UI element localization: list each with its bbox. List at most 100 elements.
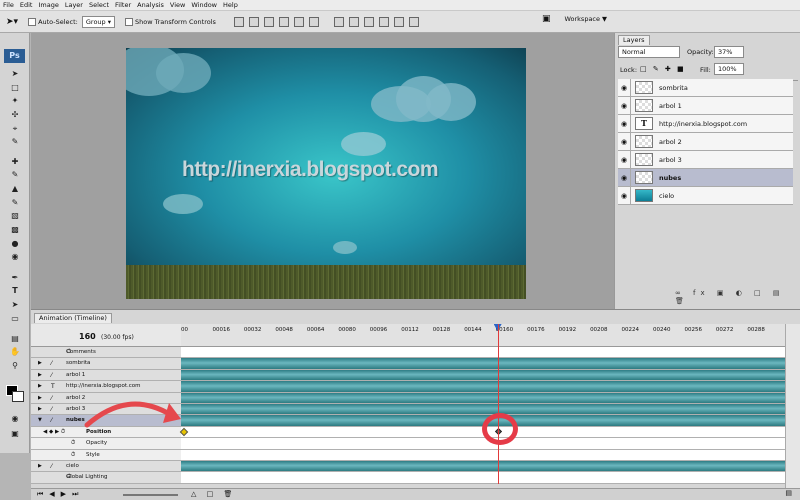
distribute-vcenter-icon[interactable] bbox=[348, 16, 359, 27]
track-label[interactable]: ⏱ Style bbox=[31, 449, 181, 461]
stopwatch-icon[interactable]: ⏱ bbox=[71, 438, 75, 449]
zoom-tool-icon[interactable]: ⚲ bbox=[9, 361, 21, 371]
animation-tab[interactable]: Animation (Timeline) bbox=[34, 313, 112, 323]
distribute-hcenter-icon[interactable] bbox=[393, 16, 404, 27]
bridge-icon[interactable]: ▣ bbox=[542, 14, 551, 24]
track-area[interactable] bbox=[179, 347, 785, 484]
visibility-eye-icon[interactable]: ◉ bbox=[618, 187, 631, 204]
timeline-ruler[interactable]: 00 00016 00032 00048 00064 00080 00096 00112 001… bbox=[181, 324, 785, 347]
menu-file[interactable]: File bbox=[3, 1, 14, 9]
menu-edit[interactable]: Edit bbox=[20, 1, 33, 9]
timeline-scrollbar[interactable] bbox=[785, 324, 800, 489]
track-duration-bar[interactable] bbox=[181, 358, 785, 370]
eraser-icon[interactable]: ▧ bbox=[9, 211, 21, 221]
lasso-tool-icon[interactable]: ✦ bbox=[9, 96, 21, 106]
eyedropper-icon[interactable]: ✎ bbox=[9, 137, 21, 147]
layer-row[interactable]: ◉ arbol 2 bbox=[618, 133, 793, 151]
layer-row[interactable]: ◉ sombrita bbox=[618, 79, 793, 97]
background-color-swatch[interactable] bbox=[12, 391, 24, 402]
clone-stamp-icon[interactable]: ▲ bbox=[9, 184, 21, 194]
menu-layer[interactable]: Layer bbox=[65, 1, 83, 9]
track-label[interactable]: ▶ ⁄ arbol 1 bbox=[31, 369, 181, 382]
screen-mode-icon[interactable]: ▣ bbox=[9, 429, 21, 439]
layer-row[interactable]: ◉ Thttp://inerxia.blogspot.com bbox=[618, 115, 793, 133]
blend-mode-dropdown[interactable]: Normal bbox=[618, 46, 680, 58]
shape-tool-icon[interactable]: ▭ bbox=[9, 314, 21, 324]
expand-closed-icon[interactable]: ▶ bbox=[38, 381, 42, 392]
path-selection-icon[interactable]: ➤ bbox=[9, 300, 21, 310]
expand-closed-icon[interactable]: ▶ bbox=[38, 370, 42, 381]
zoom-slider[interactable] bbox=[123, 494, 178, 496]
dodge-tool-icon[interactable]: ◉ bbox=[9, 252, 21, 262]
track-duration-bar[interactable] bbox=[181, 381, 785, 393]
expand-open-icon[interactable]: ▼ bbox=[38, 415, 42, 426]
auto-select-dropdown[interactable]: Group ▾ bbox=[81, 15, 116, 28]
track-label[interactable]: ▶ ⁄ cielo bbox=[31, 460, 181, 473]
expand-closed-icon[interactable]: ▶ bbox=[38, 404, 42, 415]
footer-buttons[interactable]: △ □ 🗑 bbox=[191, 490, 236, 498]
fill-field[interactable]: 100% bbox=[714, 63, 744, 75]
gradient-tool-icon[interactable]: ▩ bbox=[9, 225, 21, 235]
track-duration-bar[interactable] bbox=[181, 369, 785, 382]
track-duration-bar[interactable] bbox=[181, 403, 785, 416]
distribute-left-icon[interactable] bbox=[378, 16, 389, 27]
layer-row[interactable]: ◉ cielo bbox=[618, 187, 793, 205]
pen-tool-icon[interactable]: ✒ bbox=[9, 273, 21, 283]
crop-tool-icon[interactable]: ⌖ bbox=[9, 124, 21, 134]
align-right-icon[interactable] bbox=[308, 16, 319, 27]
show-transform-checkbox[interactable] bbox=[125, 17, 134, 26]
hand-tool-icon[interactable]: ✋ bbox=[9, 347, 21, 357]
menu-help[interactable]: Help bbox=[223, 1, 238, 9]
history-brush-icon[interactable]: ✎ bbox=[9, 198, 21, 208]
menu-filter[interactable]: Filter bbox=[115, 1, 131, 9]
track-label[interactable]: ⏱ Comments bbox=[31, 347, 181, 359]
type-tool-icon[interactable]: T bbox=[9, 286, 21, 296]
track-duration-bar[interactable] bbox=[181, 392, 785, 404]
visibility-eye-icon[interactable]: ◉ bbox=[618, 79, 631, 96]
notes-tool-icon[interactable]: ▤ bbox=[9, 334, 21, 344]
track-row[interactable] bbox=[181, 472, 785, 484]
track-duration-bar[interactable] bbox=[181, 460, 785, 473]
align-vcenter-icon[interactable] bbox=[248, 16, 259, 27]
menu-select[interactable]: Select bbox=[89, 1, 109, 9]
opacity-field[interactable]: 37% bbox=[714, 46, 744, 58]
menu-image[interactable]: Image bbox=[38, 1, 58, 9]
image-canvas[interactable]: http://inerxia.blogspot.com bbox=[126, 48, 526, 299]
layers-tab[interactable]: Layers bbox=[618, 35, 650, 45]
track-label[interactable]: ⏱ Global Lighting bbox=[31, 472, 181, 484]
magic-wand-icon[interactable]: ✣ bbox=[9, 110, 21, 120]
visibility-eye-icon[interactable]: ◉ bbox=[618, 133, 631, 150]
auto-select-checkbox[interactable] bbox=[28, 17, 37, 26]
align-left-icon[interactable] bbox=[278, 16, 289, 27]
align-hcenter-icon[interactable] bbox=[293, 16, 304, 27]
visibility-eye-icon[interactable]: ◉ bbox=[618, 97, 631, 114]
track-label[interactable]: ▶ ⁄ sombrita bbox=[31, 358, 181, 370]
layer-row[interactable]: ◉ arbol 3 bbox=[618, 151, 793, 169]
distribute-bottom-icon[interactable] bbox=[363, 16, 374, 27]
visibility-eye-icon[interactable]: ◉ bbox=[618, 115, 631, 132]
align-bottom-icon[interactable] bbox=[263, 16, 274, 27]
move-tool-icon[interactable]: ➤▾ bbox=[6, 17, 18, 27]
brush-tool-icon[interactable]: ✎ bbox=[9, 170, 21, 180]
layer-row[interactable]: ◉ arbol 1 bbox=[618, 97, 793, 115]
menu-window[interactable]: Window bbox=[191, 1, 217, 9]
align-top-icon[interactable] bbox=[233, 16, 244, 27]
visibility-eye-icon[interactable]: ◉ bbox=[618, 151, 631, 168]
distribute-right-icon[interactable] bbox=[408, 16, 419, 27]
move-tool-icon[interactable]: ➤ bbox=[9, 69, 21, 79]
expand-closed-icon[interactable]: ▶ bbox=[38, 393, 42, 404]
quick-mask-icon[interactable]: ◉ bbox=[9, 414, 21, 424]
track-row[interactable] bbox=[181, 438, 785, 450]
healing-brush-icon[interactable]: ✚ bbox=[9, 157, 21, 167]
menu-view[interactable]: View bbox=[170, 1, 185, 9]
blur-tool-icon[interactable]: ● bbox=[9, 239, 21, 249]
layers-bottom-buttons[interactable]: ∞ fx ▣ ◐ □ ▤ 🗑 bbox=[675, 289, 800, 305]
distribute-top-icon[interactable] bbox=[333, 16, 344, 27]
track-row[interactable] bbox=[181, 449, 785, 461]
panel-menu-icon[interactable]: ▤ bbox=[785, 489, 792, 497]
track-row[interactable] bbox=[181, 347, 785, 359]
track-label[interactable]: ▶ Thttp://inerxia.blogspot.com bbox=[31, 381, 181, 393]
playback-controls[interactable]: ⏮◀▶⏭ bbox=[37, 490, 84, 499]
menu-analysis[interactable]: Analysis bbox=[137, 1, 164, 9]
marquee-tool-icon[interactable]: □ bbox=[9, 83, 21, 93]
